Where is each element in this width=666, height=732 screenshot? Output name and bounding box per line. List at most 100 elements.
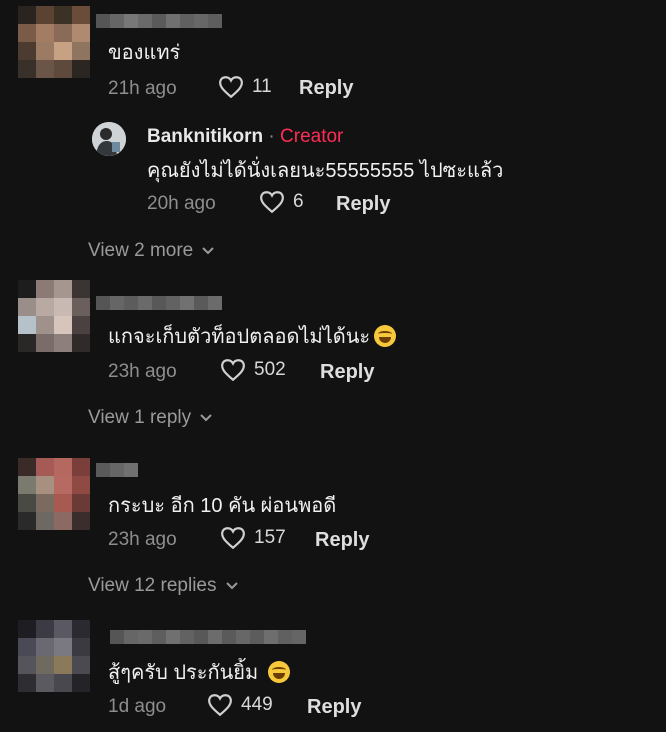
avatar-pixel xyxy=(54,476,72,494)
username-pixel xyxy=(194,296,208,310)
avatar-pixel xyxy=(18,42,36,60)
username-pixel xyxy=(138,296,152,310)
avatar-pixel xyxy=(72,476,90,494)
like-button[interactable]: 449 xyxy=(207,693,273,717)
avatar[interactable] xyxy=(18,280,90,352)
heart-outline-icon xyxy=(221,527,245,550)
username-pixel xyxy=(166,630,180,644)
avatar-pixel xyxy=(54,512,72,530)
avatar-pixel xyxy=(54,60,72,78)
reply-button[interactable]: Reply xyxy=(336,193,390,216)
like-count: 157 xyxy=(254,527,286,548)
reply-text: คุณยังไม่ได้นั่งเลยนะ55555555 ไปซะแล้ว xyxy=(147,160,504,182)
reply-button[interactable]: Reply xyxy=(315,529,369,552)
avatar-pixel xyxy=(36,6,54,24)
username-blurred[interactable] xyxy=(96,463,138,477)
username-pixel xyxy=(166,14,180,28)
avatar-pixel xyxy=(18,458,36,476)
heart-outline-icon xyxy=(208,694,232,717)
username-pixel xyxy=(96,463,110,477)
avatar-pixel xyxy=(36,638,54,656)
creator-avatar-image xyxy=(92,122,126,156)
avatar[interactable] xyxy=(18,620,90,692)
like-count: 449 xyxy=(241,694,273,715)
username-pixel xyxy=(110,630,124,644)
reply-time: 20h ago xyxy=(147,193,216,214)
chevron-down-icon xyxy=(202,247,214,255)
avatar-pixel xyxy=(72,620,90,638)
username-pixel xyxy=(96,14,110,28)
comment-text: สู้ๆครับ ประกันยิ้ม xyxy=(108,656,291,688)
username-pixel xyxy=(166,296,180,310)
username-blurred[interactable] xyxy=(96,14,222,28)
view-more-replies[interactable]: View 1 reply xyxy=(88,407,213,429)
avatar-pixel xyxy=(54,24,72,42)
avatar-pixel xyxy=(18,512,36,530)
avatar-pixel xyxy=(72,6,90,24)
comment-text: กระบะ อีก 10 คัน ผ่อนพอดี xyxy=(108,495,337,517)
username-pixel xyxy=(124,296,138,310)
like-button[interactable]: 157 xyxy=(220,526,286,550)
avatar-pixel xyxy=(72,494,90,512)
avatar-pixel xyxy=(18,6,36,24)
creator-badge: Creator xyxy=(280,126,344,147)
username-blurred[interactable] xyxy=(96,296,222,310)
avatar-pixel xyxy=(54,656,72,674)
view-more-label: View 2 more xyxy=(88,240,194,261)
comment-text-content: สู้ๆครับ ประกันยิ้ม xyxy=(108,662,259,684)
username-pixel xyxy=(152,14,166,28)
like-count: 6 xyxy=(293,191,304,212)
username-pixel xyxy=(110,296,124,310)
username-pixel xyxy=(264,630,278,644)
reply-button[interactable]: Reply xyxy=(299,77,353,100)
avatar-pixel xyxy=(72,638,90,656)
view-more-replies[interactable]: View 2 more xyxy=(88,240,215,262)
avatar-pixel xyxy=(54,298,72,316)
creator-username[interactable]: Banknitikorn xyxy=(147,126,263,147)
avatar-pixel xyxy=(18,316,36,334)
view-more-replies[interactable]: View 12 replies xyxy=(88,575,239,597)
avatar-pixel xyxy=(72,458,90,476)
creator-name[interactable]: Banknitikorn · Creator xyxy=(147,126,343,148)
comment-time: 21h ago xyxy=(108,78,177,99)
avatar[interactable] xyxy=(18,458,90,530)
grinning-squint-emoji-icon xyxy=(374,325,397,347)
avatar-pixel xyxy=(36,494,54,512)
grinning-squint-emoji-icon xyxy=(268,661,291,683)
reply-button[interactable]: Reply xyxy=(320,361,374,384)
like-button[interactable]: 11 xyxy=(218,75,272,99)
username-pixel xyxy=(208,14,222,28)
comment-time: 1d ago xyxy=(108,696,167,717)
like-count: 502 xyxy=(254,359,286,380)
avatar[interactable] xyxy=(18,6,90,78)
avatar-pixel xyxy=(36,24,54,42)
username-pixel xyxy=(138,630,152,644)
username-pixel xyxy=(194,14,208,28)
avatar-pixel xyxy=(54,316,72,334)
avatar-pixel xyxy=(54,458,72,476)
comment-text-content: แกจะเก็บตัวท็อปตลอดไม่ได้นะ xyxy=(108,326,371,348)
username-pixel xyxy=(96,296,110,310)
chevron-down-icon xyxy=(225,582,238,590)
avatar-pixel xyxy=(18,620,36,638)
avatar-pixel xyxy=(72,674,90,692)
avatar-pixel xyxy=(54,42,72,60)
avatar-pixel xyxy=(72,298,90,316)
comment-text: ของแทร่ xyxy=(108,42,181,64)
avatar-pixel xyxy=(18,638,36,656)
avatar-pixel xyxy=(54,674,72,692)
avatar-pixel xyxy=(36,512,54,530)
reply-button[interactable]: Reply xyxy=(307,696,361,719)
username-blurred[interactable] xyxy=(110,630,306,644)
username-pixel xyxy=(124,14,138,28)
like-button[interactable]: 6 xyxy=(259,190,304,214)
username-pixel xyxy=(292,630,306,644)
avatar-pixel xyxy=(36,280,54,298)
avatar-pixel xyxy=(18,674,36,692)
separator-dot: · xyxy=(268,126,275,147)
username-pixel xyxy=(138,14,152,28)
like-button[interactable]: 502 xyxy=(220,358,286,382)
avatar-pixel xyxy=(72,334,90,352)
creator-avatar[interactable] xyxy=(92,122,126,156)
avatar-pixel xyxy=(36,476,54,494)
